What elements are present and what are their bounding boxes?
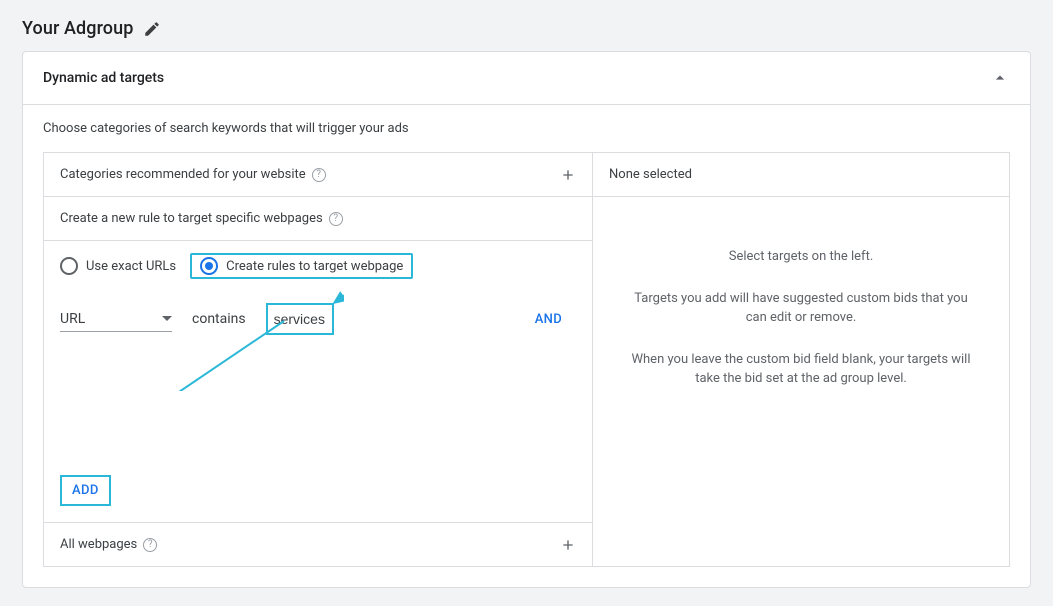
- plus-icon[interactable]: [560, 167, 576, 183]
- help-icon[interactable]: ?: [312, 168, 326, 182]
- radio-icon: [60, 257, 78, 275]
- rule-value-input[interactable]: [272, 307, 328, 331]
- select-value: URL: [60, 311, 85, 327]
- all-webpages-row[interactable]: All webpages ?: [44, 522, 592, 566]
- right-line-2: Targets you add will have suggested cust…: [623, 289, 979, 328]
- left-column: Categories recommended for your website …: [44, 153, 592, 566]
- highlight-box: Create rules to target webpage: [190, 253, 413, 279]
- categories-label: Categories recommended for your website: [60, 167, 306, 182]
- caret-down-icon: [162, 316, 172, 321]
- targets-columns: Categories recommended for your website …: [43, 152, 1010, 567]
- radio-exact-label: Use exact URLs: [86, 259, 176, 274]
- right-column: None selected Select targets on the left…: [592, 153, 1009, 566]
- page-header: Your Adgroup: [22, 18, 1031, 39]
- radio-icon: [200, 257, 218, 275]
- and-button[interactable]: AND: [535, 312, 576, 327]
- card-title: Dynamic ad targets: [43, 70, 164, 86]
- right-line-3: When you leave the custom bid field blan…: [623, 350, 979, 389]
- help-icon[interactable]: ?: [143, 538, 157, 552]
- field-select[interactable]: URL: [60, 307, 172, 332]
- create-rule-row: Create a new rule to target specific web…: [44, 197, 592, 241]
- plus-icon[interactable]: [560, 537, 576, 553]
- chevron-up-icon[interactable]: [990, 68, 1010, 88]
- intro-text: Choose categories of search keywords tha…: [43, 121, 1010, 136]
- add-button[interactable]: ADD: [60, 475, 111, 506]
- all-webpages-label: All webpages: [60, 537, 137, 552]
- categories-row[interactable]: Categories recommended for your website …: [44, 153, 592, 197]
- help-icon[interactable]: ?: [329, 212, 343, 226]
- adgroup-title: Your Adgroup: [22, 18, 133, 39]
- right-line-1: Select targets on the left.: [623, 247, 979, 267]
- highlight-box: [266, 303, 334, 335]
- right-header: None selected: [593, 153, 1009, 197]
- rule-body: Use exact URLs Create rules to target we…: [44, 241, 592, 522]
- none-selected-label: None selected: [609, 167, 692, 182]
- dynamic-ad-targets-card: Dynamic ad targets Choose categories of …: [22, 51, 1031, 588]
- card-header[interactable]: Dynamic ad targets: [23, 52, 1030, 105]
- create-rule-label: Create a new rule to target specific web…: [60, 211, 323, 226]
- radio-create-rules[interactable]: Create rules to target webpage: [200, 257, 403, 275]
- radio-rules-label: Create rules to target webpage: [226, 259, 403, 274]
- edit-icon[interactable]: [143, 20, 161, 38]
- right-body-text: Select targets on the left. Targets you …: [593, 197, 1009, 461]
- operator-label: contains: [192, 311, 246, 327]
- radio-exact-urls[interactable]: Use exact URLs: [60, 257, 176, 275]
